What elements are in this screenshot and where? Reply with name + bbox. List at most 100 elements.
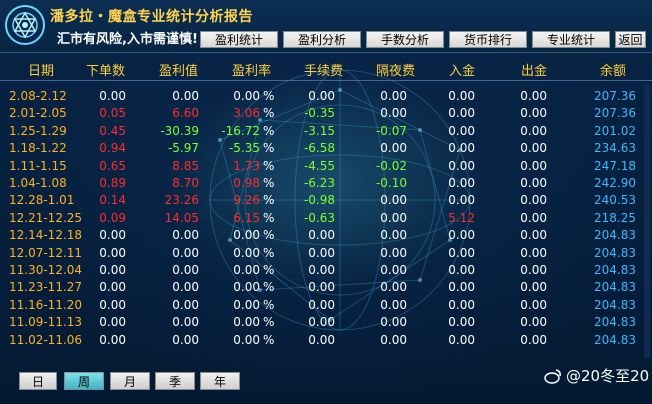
cell-withdraw: 0.00: [520, 280, 547, 295]
tab-lot-analysis[interactable]: 手数分析: [366, 31, 444, 48]
cell-deposit: 0.00: [448, 158, 475, 173]
cell-balance: 204.83: [594, 315, 636, 330]
cell-deposit: 0.00: [448, 89, 475, 103]
cell-balance: 218.25: [594, 210, 636, 225]
cell-withdraw: 0.00: [520, 158, 547, 173]
cell-profit: -30.39: [160, 123, 199, 138]
cell-fee: -0.35: [303, 106, 335, 121]
cell-balance: 242.90: [594, 176, 636, 190]
cell-orders: 0.00: [99, 297, 126, 312]
cell-swap: 0.00: [380, 106, 407, 121]
cell-fee: -6.23: [303, 176, 335, 190]
cell-swap: 0.00: [380, 263, 407, 277]
tab-profit-stats[interactable]: 盈利统计: [200, 31, 278, 48]
cell-deposit: 0.00: [448, 263, 475, 277]
cell-rate: 1.73: [233, 158, 260, 173]
cell-profit: 0.00: [172, 297, 199, 312]
cell-withdraw: 0.00: [520, 176, 547, 190]
col-header-fee: 手续费: [304, 64, 344, 79]
cell-withdraw: 0.00: [520, 332, 547, 347]
cell-rate: 0.00: [233, 245, 260, 260]
table-scrollbar[interactable]: [644, 84, 650, 358]
cell-rate: 3.06: [233, 106, 260, 121]
cell-deposit: 0.00: [448, 193, 475, 208]
cell-deposit: 0.00: [448, 280, 475, 295]
cell-rate: 0.00: [233, 263, 260, 277]
cell-orders: 0.00: [99, 263, 126, 277]
cell-profit: 0.00: [172, 263, 199, 277]
watermark-text: @20冬至20: [566, 367, 650, 385]
cell-profit: 0.00: [172, 315, 199, 330]
cell-rate: 0.00: [233, 315, 260, 330]
cell-swap: 0.00: [380, 280, 407, 295]
cell-fee: 0.00: [308, 297, 335, 312]
report-title: 潘多拉・魔盒专业统计分析报告: [50, 9, 253, 25]
back-button[interactable]: 返回: [615, 31, 646, 48]
col-header-orders: 下单数: [86, 64, 126, 79]
cell-swap: 0.00: [380, 297, 407, 312]
cell-balance: 204.83: [594, 280, 636, 295]
tab-currency-ranking[interactable]: 货币排行: [449, 31, 527, 48]
tab-profit-analysis[interactable]: 盈利分析: [283, 31, 361, 48]
cell-orders: 0.05: [99, 106, 126, 121]
cell-orders: 0.00: [99, 245, 126, 260]
cell-profit: 0.00: [172, 89, 199, 103]
cell-profit: 0.00: [172, 245, 199, 260]
col-header-date: 日期: [28, 64, 55, 79]
cell-rate: 0.00: [233, 332, 260, 347]
cell-swap: 0.00: [380, 89, 407, 103]
cell-deposit: 0.00: [448, 332, 475, 347]
cell-withdraw: 0.00: [520, 193, 547, 208]
cell-balance: 204.83: [594, 228, 636, 243]
cell-fee: 0.00: [308, 228, 335, 243]
cell-withdraw: 0.00: [520, 89, 547, 103]
col-header-profit: 盈利值: [159, 64, 199, 79]
header-divider: [0, 80, 652, 81]
cell-orders: 0.00: [99, 89, 126, 103]
cell-orders: 0.45: [99, 123, 126, 138]
cell-swap: 0.00: [380, 193, 407, 208]
cell-balance: 247.18: [594, 158, 636, 173]
cell-fee: 0.00: [308, 263, 335, 277]
col-header-deposit: 入金: [449, 64, 476, 79]
cell-orders: 0.00: [99, 315, 126, 330]
period-day-button[interactable]: 日: [19, 372, 57, 390]
cell-withdraw: 0.00: [520, 297, 547, 312]
cell-orders: 0.94: [99, 141, 126, 156]
period-quarter-button[interactable]: 季: [155, 372, 195, 390]
period-month-button[interactable]: 月: [110, 372, 150, 390]
period-year-button[interactable]: 年: [200, 372, 240, 390]
col-header-profit-rate: 盈利率: [232, 64, 272, 79]
cell-rate: 0.00: [233, 228, 260, 243]
cell-orders: 0.00: [99, 280, 126, 295]
cell-withdraw: 0.00: [520, 210, 547, 225]
cell-profit: 0.00: [172, 228, 199, 243]
cell-deposit: 0.00: [448, 176, 475, 190]
period-week-button[interactable]: 周: [64, 372, 104, 390]
col-header-balance: 余额: [600, 64, 627, 79]
cell-rate: -16.72: [221, 123, 260, 138]
cell-deposit: 0.00: [448, 297, 475, 312]
cell-orders: 0.89: [99, 176, 126, 190]
cell-deposit: 0.00: [448, 123, 475, 138]
cell-orders: 0.14: [99, 193, 126, 208]
tab-pro-stats[interactable]: 专业统计: [532, 31, 610, 48]
cell-fee: -0.63: [303, 210, 335, 225]
cell-swap: 0.00: [380, 315, 407, 330]
cell-fee: -4.55: [303, 158, 335, 173]
cell-fee: -3.15: [303, 123, 335, 138]
cell-fee: 0.00: [308, 245, 335, 260]
cell-orders: 0.09: [99, 210, 126, 225]
author-watermark: @20冬至20: [544, 365, 649, 386]
risk-warning: 汇市有风险,入市需谨慎!: [57, 32, 198, 47]
cell-fee: -6.58: [303, 141, 335, 156]
cell-orders: 0.65: [99, 158, 126, 173]
cell-withdraw: 0.00: [520, 315, 547, 330]
cell-balance: 207.36: [594, 106, 636, 121]
col-header-withdraw: 出金: [521, 64, 548, 79]
cell-rate: 0.98: [233, 176, 260, 190]
cell-withdraw: 0.00: [520, 263, 547, 277]
cell-fee: 0.00: [308, 280, 335, 295]
cell-rate: 0.00: [233, 297, 260, 312]
pandora-logo-icon: [5, 5, 45, 45]
